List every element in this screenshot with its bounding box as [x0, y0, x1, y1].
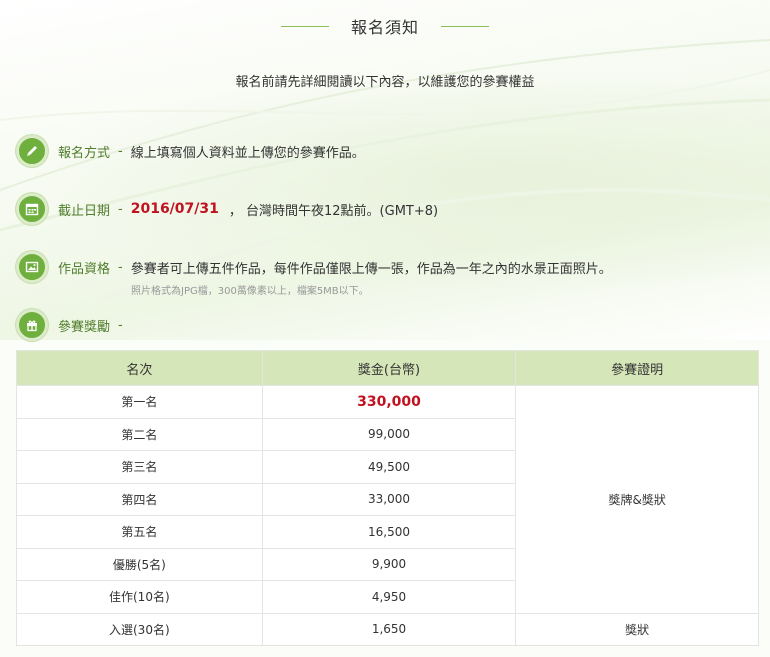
method-label: 報名方式 — [58, 145, 111, 161]
method-dash: - — [118, 143, 123, 159]
title-divider-right — [441, 25, 489, 27]
proof-cell-main: 獎牌&獎狀 — [515, 385, 759, 614]
table-row: 入選(30名) 1,650 獎狀 — [16, 612, 759, 646]
rank-cell: 優勝(5名) — [16, 547, 263, 581]
decorative-background — [0, 0, 770, 340]
proof-cell-last: 獎狀 — [515, 612, 759, 646]
image-icon — [16, 251, 48, 283]
prizes-label: 參賽獎勵 — [58, 319, 111, 335]
header-proof: 參賽證明 — [515, 350, 759, 386]
page-title: 報名須知 — [350, 18, 419, 37]
eligibility-note: 照片格式為JPG檔，300萬像素以上，檔案5MB以下。 — [131, 286, 369, 297]
rank-cell: 第五名 — [16, 515, 263, 549]
amount-cell: 16,500 — [261, 515, 517, 549]
amount-cell: 9,900 — [261, 547, 517, 581]
swoosh-decoration — [0, 39, 770, 302]
header-rank: 名次 — [16, 350, 263, 386]
header-amount: 獎金(台幣) — [261, 350, 517, 386]
rank-cell: 第一名 — [16, 385, 263, 419]
eligibility-dash: - — [118, 259, 123, 275]
amount-cell: 49,500 — [261, 450, 517, 484]
rank-cell: 第三名 — [16, 450, 263, 484]
deadline-text: ， 台灣時間午夜12點前。(GMT+8) — [228, 203, 439, 219]
prizes-dash: - — [118, 317, 123, 333]
title-divider-left — [280, 25, 329, 27]
rank-cell: 第四名 — [16, 482, 263, 516]
rank-cell: 入選(30名) — [16, 612, 263, 646]
calendar-icon — [16, 193, 48, 225]
prize-table: 名次 獎金(台幣) 參賽證明 第一名 330,000 獎牌&獎狀 第二名 99,… — [16, 350, 759, 646]
eligibility-label: 作品資格 — [58, 261, 111, 277]
deadline-date: 2016/07/31 — [130, 201, 219, 217]
info-row-eligibility: 作品資格 - 參賽者可上傳五件作品，每件作品僅限上傳一張，作品為一年之內的水景正… — [16, 251, 612, 283]
rank-cell: 佳作(10名) — [16, 580, 263, 614]
amount-cell: 33,000 — [261, 482, 517, 516]
info-row-deadline: 截止日期 - 2016/07/31 ， 台灣時間午夜12點前。(GMT+8) — [16, 193, 438, 225]
rank-cell: 第二名 — [16, 417, 263, 451]
amount-cell: 4,950 — [261, 580, 517, 614]
deadline-dash: - — [118, 201, 123, 217]
table-row: 第一名 330,000 獎牌&獎狀 — [16, 385, 759, 614]
eligibility-text: 參賽者可上傳五件作品，每件作品僅限上傳一張，作品為一年之內的水景正面照片。 — [130, 261, 612, 277]
section-header: 報名須知 — [0, 14, 770, 38]
page-subtitle: 報名前請先詳細閱讀以下內容，以維護您的參賽權益 — [235, 75, 535, 90]
method-text: 線上填寫個人資料並上傳您的參賽作品。 — [130, 145, 365, 161]
info-row-method: 報名方式 - 線上填寫個人資料並上傳您的參賽作品。 — [16, 135, 365, 167]
amount-cell: 1,650 — [261, 612, 517, 646]
table-header-row: 名次 獎金(台幣) 參賽證明 — [16, 350, 759, 386]
gift-icon — [16, 309, 48, 341]
info-row-prizes: 參賽獎勵 - — [16, 309, 131, 341]
amount-cell: 99,000 — [261, 417, 517, 451]
pencil-icon — [16, 135, 48, 167]
amount-cell: 330,000 — [261, 385, 517, 419]
deadline-label: 截止日期 — [58, 203, 111, 219]
